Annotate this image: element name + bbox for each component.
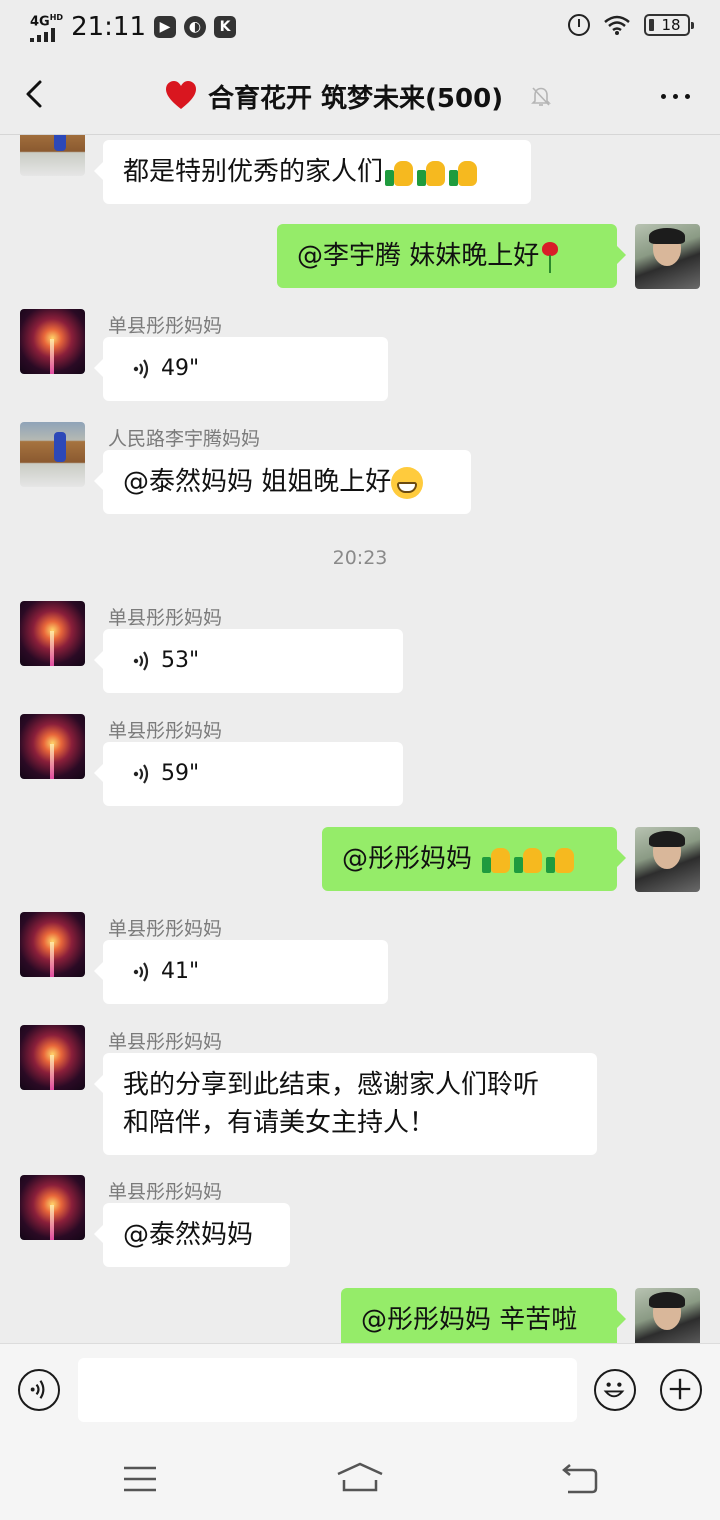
avatar[interactable] (20, 601, 85, 666)
avatar[interactable] (20, 422, 85, 487)
status-bar: 4GHD 21:11 ▶ ◐ K 18 (0, 0, 720, 56)
back-arrow-icon[interactable] (560, 1464, 598, 1494)
message-bubble[interactable]: @彤彤妈妈 (322, 827, 626, 891)
battery-icon: 18 (644, 14, 694, 36)
avatar[interactable] (20, 1025, 85, 1090)
voice-message[interactable]: 49" (94, 337, 388, 401)
message-bubble[interactable]: 都是特别优秀的家人们 (94, 140, 531, 204)
heart-icon (166, 81, 196, 109)
smiley-icon[interactable] (594, 1369, 636, 1411)
voice-duration: 41" (161, 959, 200, 984)
k-app-icon: K (214, 16, 236, 39)
avatar[interactable] (20, 135, 85, 176)
voice-duration: 53" (161, 648, 200, 673)
menu-lines-icon[interactable] (122, 1464, 158, 1494)
system-nav-bar (0, 1436, 720, 1520)
message-input[interactable] (78, 1358, 577, 1422)
plus-icon[interactable] (660, 1369, 702, 1411)
chat-header: 合育花开 筑梦未来(500) (0, 56, 720, 135)
thumbs-up-icon (482, 845, 512, 875)
thumbs-up-icon (385, 158, 415, 188)
sender-name: 人民路李宇腾妈妈 (108, 428, 261, 450)
avatar[interactable] (20, 1175, 85, 1240)
thumbs-up-icon (546, 845, 576, 875)
avatar[interactable] (20, 912, 85, 977)
thumbs-up-icon (514, 845, 544, 875)
voice-message[interactable]: 41" (94, 940, 388, 1004)
message-bubble[interactable]: 我的分享到此结束，感谢家人们聆听 和陪伴，有请美女主持人！ (94, 1053, 597, 1155)
status-time: 21:11 (71, 12, 146, 43)
voice-duration: 59" (161, 761, 200, 786)
voice-waves-icon (133, 962, 149, 982)
avatar[interactable] (635, 224, 700, 289)
sender-name: 单县彤彤妈妈 (108, 315, 223, 337)
voice-duration: 49" (161, 356, 200, 381)
message-list[interactable]: 都是特别优秀的家人们 @李宇腾 妹妹晚上好 单县彤彤妈妈 49" 人民路李宇腾妈… (0, 135, 720, 1343)
input-bar (0, 1343, 720, 1437)
sender-name: 单县彤彤妈妈 (108, 1181, 223, 1203)
voice-waves-icon (133, 764, 149, 784)
sender-name: 单县彤彤妈妈 (108, 1031, 223, 1053)
wifi-icon (604, 15, 630, 35)
message-bubble[interactable]: @泰然妈妈 (94, 1203, 290, 1267)
sender-name: 单县彤彤妈妈 (108, 720, 223, 742)
bell-muted-icon (531, 87, 552, 106)
voice-waves-icon (133, 359, 149, 379)
voice-waves-icon (133, 651, 149, 671)
voice-message[interactable]: 59" (94, 742, 403, 806)
player-icon: ▶ (154, 16, 176, 39)
voice-message[interactable]: 53" (94, 629, 403, 693)
message-bubble[interactable]: @泰然妈妈 姐姐晚上好 (94, 450, 471, 514)
chevron-left-icon[interactable] (18, 76, 54, 112)
avatar[interactable] (20, 714, 85, 779)
voice-input-icon[interactable] (18, 1369, 60, 1411)
sender-name: 单县彤彤妈妈 (108, 607, 223, 629)
home-icon[interactable] (336, 1462, 384, 1492)
thumbs-up-icon (449, 158, 479, 188)
rose-icon (539, 240, 561, 274)
thumbs-up-icon (417, 158, 447, 188)
swirl-app-icon: ◐ (184, 16, 206, 39)
chat-title: 合育花开 筑梦未来(500) (208, 83, 504, 114)
grin-emoji-icon (391, 466, 424, 499)
sender-name: 单县彤彤妈妈 (108, 918, 223, 940)
time-divider: 20:23 (332, 547, 388, 569)
more-dots-icon[interactable] (661, 94, 690, 99)
avatar[interactable] (20, 309, 85, 374)
signal-icon: 4GHD (30, 12, 63, 43)
avatar[interactable] (635, 1288, 700, 1343)
avatar[interactable] (635, 827, 700, 892)
message-bubble[interactable]: @李宇腾 妹妹晚上好 (277, 224, 626, 288)
alarm-icon (568, 14, 590, 36)
message-bubble[interactable]: @彤彤妈妈 辛苦啦 (341, 1288, 626, 1343)
